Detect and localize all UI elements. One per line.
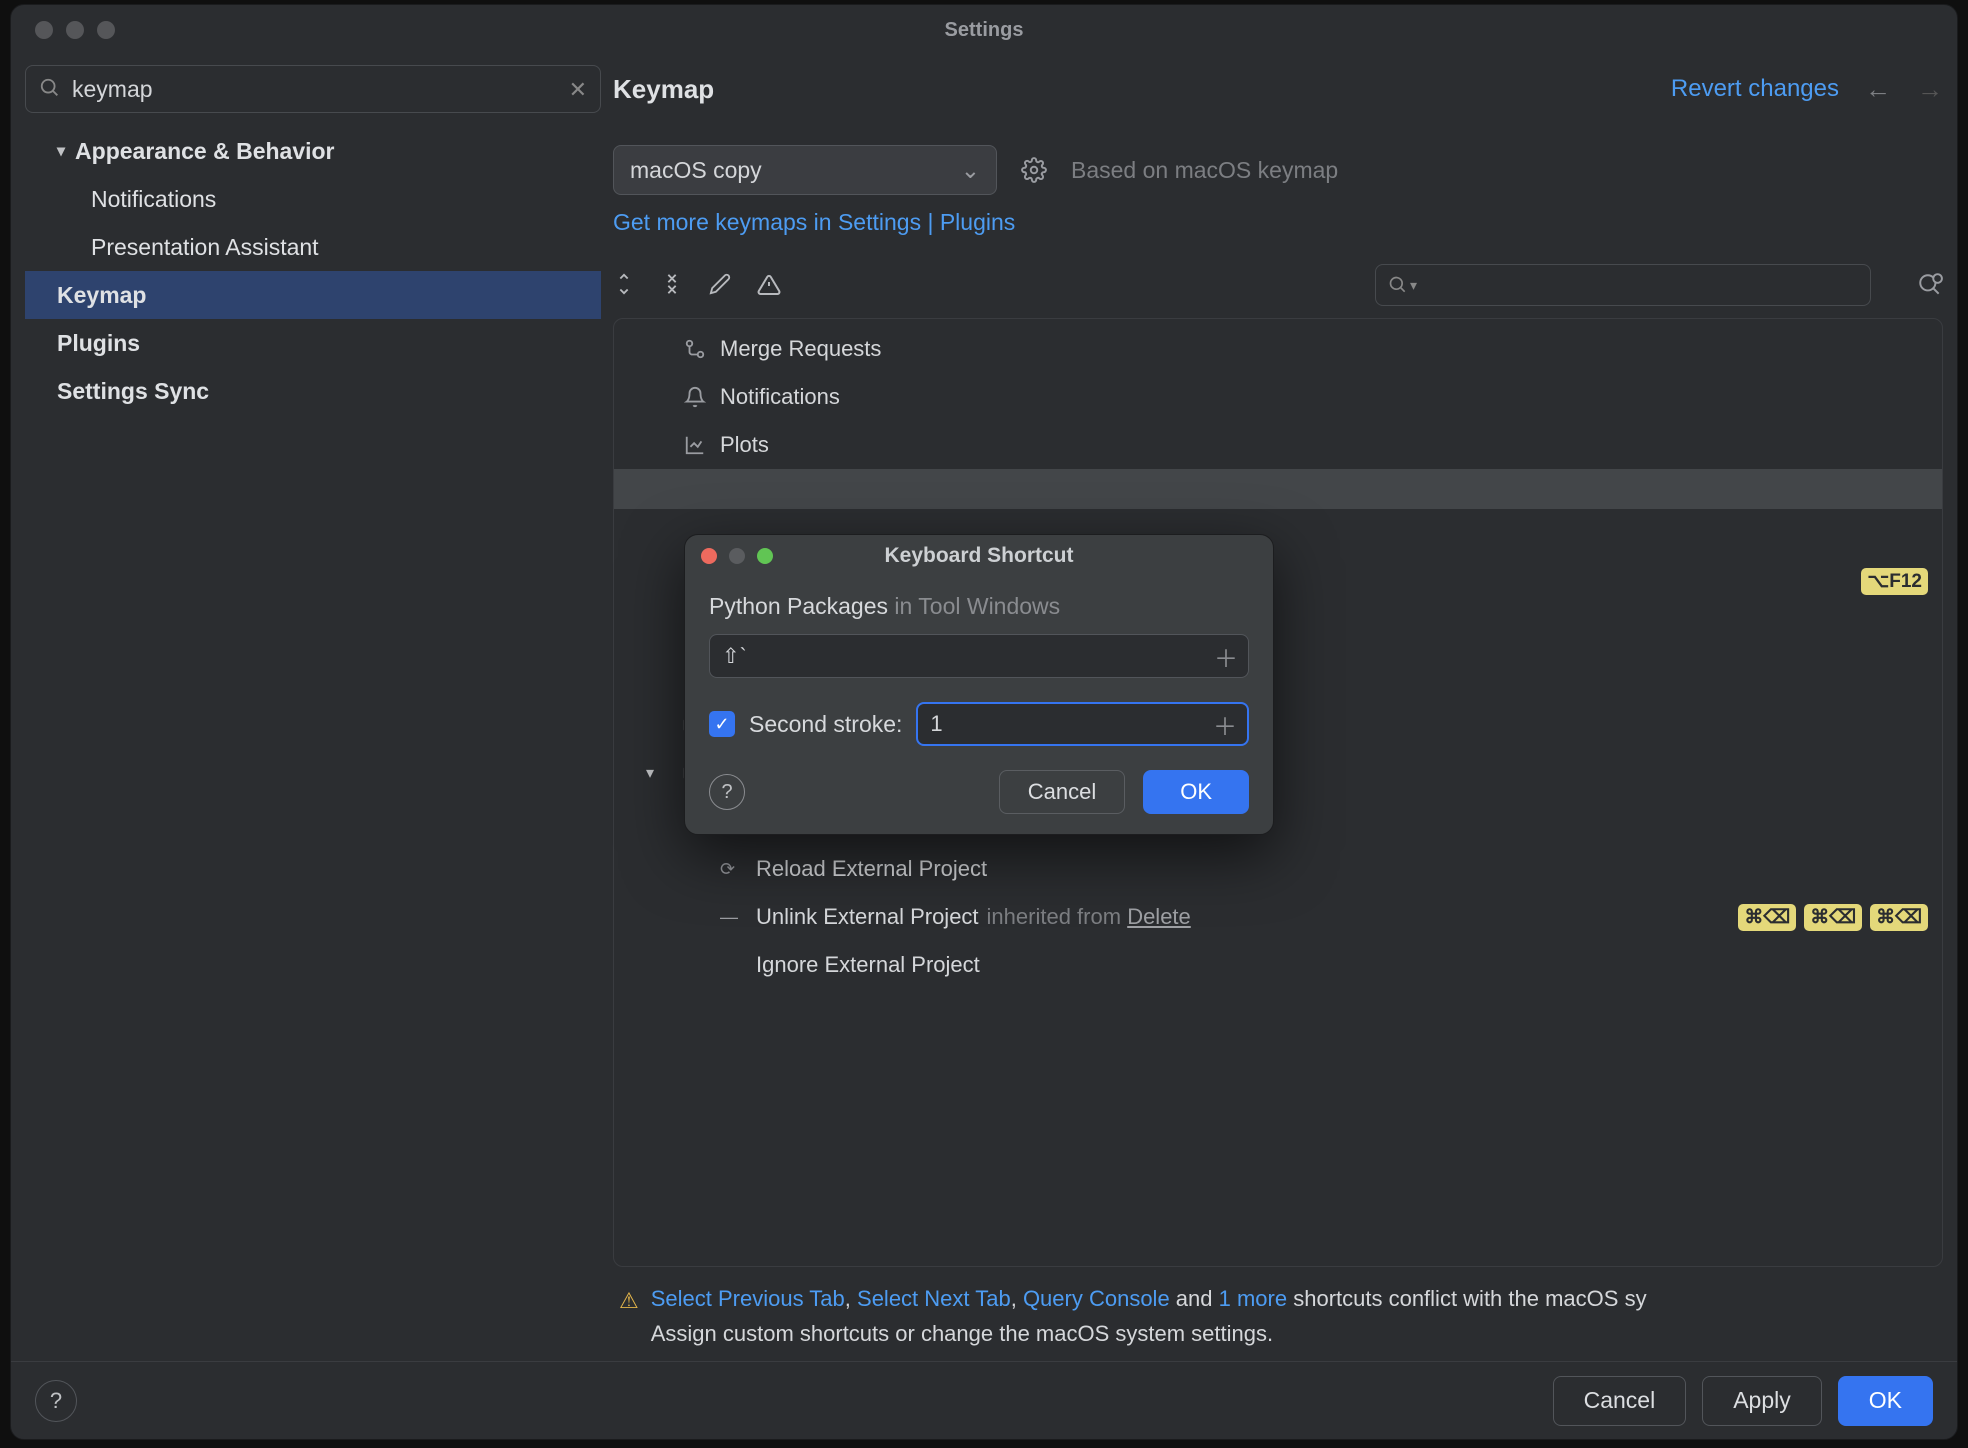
sidebar-item-label: Notifications (91, 186, 216, 213)
ok-button[interactable]: OK (1143, 770, 1249, 814)
list-item[interactable]: Merge Requests (614, 325, 1942, 373)
gear-icon[interactable] (1021, 157, 1047, 183)
clear-icon[interactable]: ✕ (569, 77, 587, 103)
list-item[interactable] (614, 469, 1942, 509)
titlebar: Settings (11, 5, 1957, 55)
sidebar-item-label: Presentation Assistant (91, 234, 319, 261)
bell-icon (684, 386, 706, 408)
dialog-header: Keyboard Shortcut (685, 535, 1273, 577)
sidebar-item-label: Appearance & Behavior (75, 138, 334, 165)
first-stroke-input[interactable]: ⇧` ＋ (709, 634, 1249, 678)
context-location: in Tool Windows (894, 593, 1060, 619)
sidebar-item-appearance[interactable]: ▾ Appearance & Behavior (25, 127, 601, 175)
warning-icon[interactable] (757, 273, 781, 297)
sidebar-item-label: Keymap (57, 282, 146, 309)
revert-link[interactable]: Revert changes (1671, 75, 1839, 103)
help-button[interactable]: ? (709, 774, 745, 810)
window-title: Settings (11, 19, 1957, 42)
edit-icon[interactable] (709, 273, 731, 297)
sidebar: ✕ ▾ Appearance & Behavior Notifications … (25, 65, 601, 1361)
sidebar-tree: ▾ Appearance & Behavior Notifications Pr… (25, 127, 601, 415)
expand-icon[interactable] (613, 273, 635, 297)
back-icon[interactable]: ← (1865, 74, 1891, 105)
second-stroke-checkbox[interactable]: ✓ (709, 711, 735, 737)
shortcut-badge: ⌘⌫ (1738, 904, 1796, 931)
second-stroke-input[interactable]: 1 ＋ (916, 702, 1249, 746)
scheme-value: macOS copy (630, 157, 762, 184)
cancel-button[interactable]: Cancel (999, 770, 1125, 814)
context-action: Python Packages (709, 593, 888, 619)
ok-button[interactable]: OK (1838, 1376, 1933, 1426)
search-input[interactable] (25, 65, 601, 113)
list-item[interactable]: Plots (614, 421, 1942, 469)
first-stroke-value: ⇧` (722, 644, 747, 669)
header-actions: Revert changes ← → (1671, 74, 1943, 105)
plus-icon[interactable]: ＋ (1214, 639, 1238, 674)
sidebar-search: ✕ (25, 65, 601, 113)
keyboard-shortcut-dialog: Keyboard Shortcut Python Packages in Too… (684, 534, 1274, 835)
chevron-down-icon: ▾ (57, 141, 65, 161)
list-item[interactable]: Ignore External Project (614, 941, 1942, 989)
plus-icon[interactable]: ＋ (1213, 707, 1237, 742)
chevron-down-icon: ▾ (646, 763, 654, 783)
item-label: Unlink External Project (756, 904, 979, 930)
toolbar-icons (613, 273, 781, 297)
scheme-select[interactable]: macOS copy ⌄ (613, 145, 997, 195)
apply-button[interactable]: Apply (1702, 1376, 1822, 1426)
item-label: Ignore External Project (756, 952, 980, 978)
list-item[interactable]: Notifications (614, 373, 1942, 421)
conflict-link[interactable]: Select Next Tab (857, 1286, 1011, 1311)
chevron-down-icon: ⌄ (961, 157, 980, 184)
cancel-button[interactable]: Cancel (1553, 1376, 1687, 1426)
conflict-banner: ⚠ Select Previous Tab, Select Next Tab, … (613, 1267, 1943, 1361)
sidebar-item-keymap[interactable]: Keymap (25, 271, 601, 319)
help-button[interactable]: ? (35, 1380, 77, 1422)
shortcut-badge: ⌘⌫ (1870, 904, 1928, 931)
merge-icon (684, 338, 706, 360)
main-header: Keymap Revert changes ← → (613, 65, 1943, 113)
second-stroke-label: Second stroke: (749, 711, 902, 738)
search-icon (39, 77, 61, 99)
find-shortcut-icon[interactable] (1917, 272, 1943, 298)
item-label: Plots (720, 432, 769, 458)
second-stroke-value: 1 (930, 711, 942, 737)
sidebar-item-notifications[interactable]: Notifications (25, 175, 601, 223)
footer: ? Cancel Apply OK (11, 1361, 1957, 1439)
list-item[interactable]: ⟳ Reload External Project (614, 845, 1942, 893)
inherited-link[interactable]: Delete (1127, 904, 1191, 929)
forward-icon: → (1917, 74, 1943, 105)
conflict-link[interactable]: Select Previous Tab (651, 1286, 845, 1311)
inherited-label: inherited from Delete (987, 904, 1191, 930)
collapse-icon[interactable] (661, 273, 683, 297)
list-item[interactable]: — Unlink External Project inherited from… (614, 893, 1942, 941)
chart-icon (684, 434, 706, 456)
conflict-more-link[interactable]: 1 more (1219, 1286, 1287, 1311)
dialog-title: Keyboard Shortcut (685, 544, 1273, 568)
sidebar-item-label: Plugins (57, 330, 140, 357)
keymap-toolbar: ▾ (613, 264, 1943, 306)
warning-icon: ⚠ (619, 1283, 639, 1351)
conflict-link[interactable]: Query Console (1023, 1286, 1170, 1311)
page-title: Keymap (613, 74, 714, 105)
shortcut-badge: ⌘⌫ (1804, 904, 1862, 931)
based-on-label: Based on macOS keymap (1071, 157, 1338, 184)
shortcut-badge: ⌥F12 (1861, 568, 1928, 595)
item-label: Notifications (720, 384, 840, 410)
sidebar-item-presentation[interactable]: Presentation Assistant (25, 223, 601, 271)
item-label: Merge Requests (720, 336, 881, 362)
keymap-search[interactable]: ▾ (1375, 264, 1871, 306)
sidebar-item-label: Settings Sync (57, 378, 209, 405)
conflict-line2: Assign custom shortcuts or change the ma… (651, 1321, 1273, 1346)
item-label: Reload External Project (756, 856, 987, 882)
more-keymaps-link[interactable]: Get more keymaps in Settings | Plugins (613, 209, 1943, 236)
sidebar-item-plugins[interactable]: Plugins (25, 319, 601, 367)
scheme-row: macOS copy ⌄ Based on macOS keymap (613, 145, 1943, 195)
dash-icon: — (720, 907, 738, 928)
reload-icon: ⟳ (720, 859, 735, 880)
dialog-context: Python Packages in Tool Windows (709, 593, 1249, 620)
sidebar-item-settings-sync[interactable]: Settings Sync (25, 367, 601, 415)
